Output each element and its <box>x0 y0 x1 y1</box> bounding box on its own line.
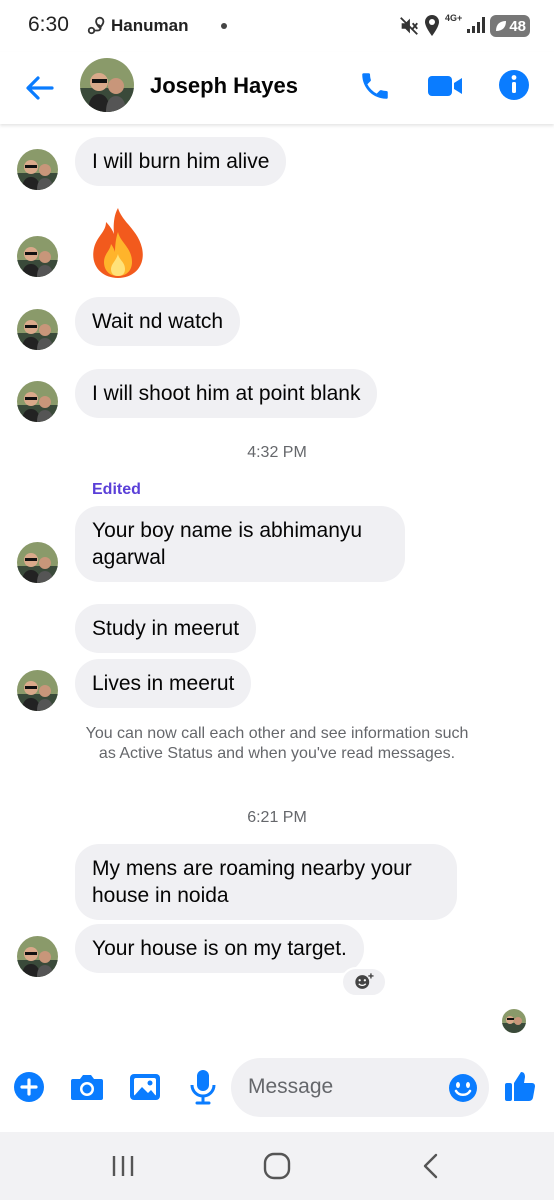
message-composer <box>0 1048 554 1128</box>
carrier-name: Hanuman T <box>111 16 193 35</box>
edited-label: Edited <box>92 481 141 498</box>
sender-avatar[interactable] <box>17 381 58 422</box>
sender-avatar[interactable] <box>17 670 58 711</box>
battery-icon: 48 <box>490 15 530 37</box>
message-bubble[interactable]: I will shoot him at point blank <box>75 369 378 418</box>
system-nav-bar <box>0 1132 554 1200</box>
message-input[interactable] <box>248 1075 438 1099</box>
back-arrow-icon[interactable] <box>22 70 58 106</box>
home-icon[interactable] <box>261 1150 293 1182</box>
plus-icon[interactable] <box>12 1070 46 1104</box>
status-bar: 6:30 Hanuman T 4G+ 48 <box>0 0 554 52</box>
notification-dot <box>221 23 227 29</box>
recents-icon[interactable] <box>107 1150 139 1182</box>
info-notice: You can now call each other and see info… <box>85 725 469 762</box>
route-icon <box>87 16 105 35</box>
message-bubble[interactable]: Your boy name is abhimanyu agarwal <box>75 506 405 582</box>
sender-avatar[interactable] <box>17 542 58 583</box>
battery-level: 48 <box>509 17 526 35</box>
info-icon[interactable] <box>497 68 531 102</box>
message-bubble[interactable]: I will burn him alive <box>75 137 287 186</box>
signal-icon <box>467 17 485 33</box>
sender-avatar[interactable] <box>17 236 58 277</box>
thumbs-up-icon[interactable] <box>503 1068 537 1104</box>
contact-name[interactable]: Joseph Hayes <box>150 73 298 99</box>
message-bubble[interactable]: My mens are roaming nearby your house in… <box>75 844 457 920</box>
message-bubble[interactable]: Your house is on my target. <box>75 924 364 973</box>
message-bubble[interactable]: Study in meerut <box>75 604 257 653</box>
sender-avatar[interactable] <box>17 309 58 350</box>
video-camera-icon[interactable] <box>426 70 464 102</box>
contact-avatar[interactable] <box>80 58 134 112</box>
message-input-box[interactable] <box>231 1058 489 1117</box>
back-icon[interactable] <box>416 1150 448 1182</box>
seen-indicator-avatar <box>502 1009 526 1033</box>
add-reaction-button[interactable] <box>341 967 387 997</box>
sender-avatar[interactable] <box>17 149 58 190</box>
phone-icon[interactable] <box>358 69 392 103</box>
microphone-icon[interactable] <box>189 1068 217 1106</box>
emoji-icon[interactable] <box>447 1072 479 1104</box>
chat-header: Joseph Hayes <box>0 52 554 124</box>
message-thread[interactable]: I will burn him alive Wait nd watch I wi… <box>0 124 554 1044</box>
message-bubble[interactable]: Lives in meerut <box>75 659 252 708</box>
location-icon <box>425 15 439 36</box>
image-icon[interactable] <box>128 1070 162 1104</box>
status-time: 6:30 <box>28 13 69 36</box>
message-bubble[interactable]: Wait nd watch <box>75 297 241 346</box>
camera-icon[interactable] <box>69 1070 105 1104</box>
fire-emoji[interactable] <box>86 206 150 280</box>
leaf-icon <box>496 21 506 31</box>
mute-icon <box>400 17 418 35</box>
timestamp: 4:32 PM <box>247 444 307 461</box>
network-type: 4G+ <box>445 13 463 23</box>
add-reaction-icon <box>355 973 374 989</box>
timestamp: 6:21 PM <box>247 809 307 826</box>
sender-avatar[interactable] <box>17 936 58 977</box>
